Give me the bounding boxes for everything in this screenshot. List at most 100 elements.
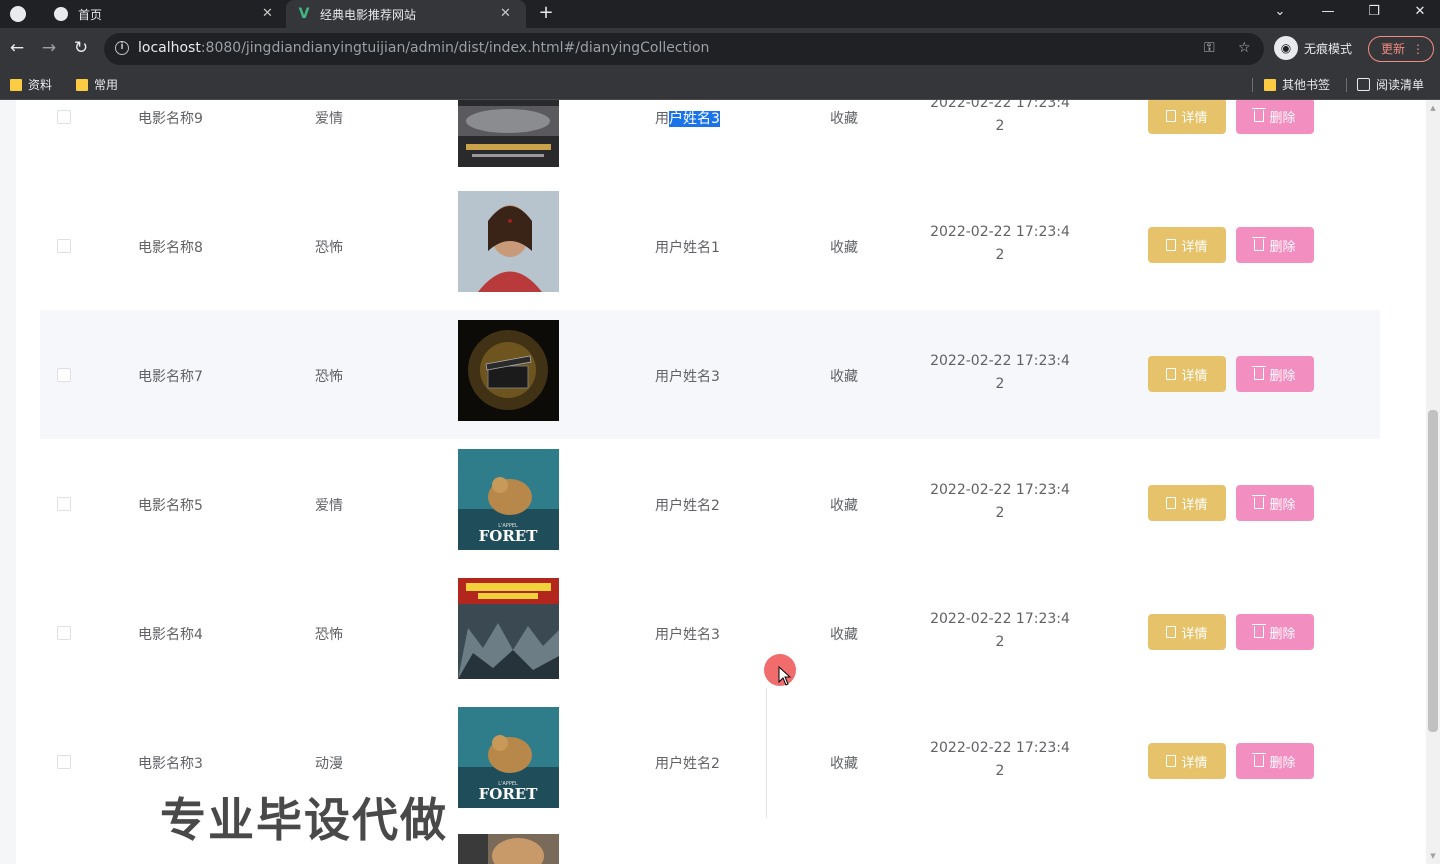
info-icon[interactable]: i (115, 41, 129, 55)
tab-strip: 首页 ✕ V 经典电影推荐网站 ✕ + ⌄ — ❐ ✕ (0, 0, 1440, 28)
divider (1346, 78, 1347, 92)
bookmark-label: 其他书签 (1282, 78, 1331, 92)
star-icon[interactable]: ☆ (1238, 40, 1251, 56)
delete-button[interactable]: 删除 (1236, 743, 1314, 779)
movie-name: 电影名称3 (138, 756, 203, 772)
row-checkbox[interactable] (57, 110, 71, 124)
movie-name: 电影名称8 (138, 240, 203, 256)
globe-icon (54, 7, 68, 21)
user-name: 用户姓名3 (655, 369, 720, 385)
forward-icon[interactable]: → (38, 37, 60, 59)
row-checkbox[interactable] (57, 626, 71, 640)
collect-type: 收藏 (830, 111, 858, 127)
window-close-icon[interactable]: ✕ (1410, 4, 1430, 19)
row-checkbox[interactable] (57, 755, 71, 769)
incognito-profile[interactable]: ◉ 无痕模式 (1274, 36, 1352, 60)
movie-poster (458, 320, 559, 421)
table-row: 电影名称4 恐怖 用户姓名3 收藏 2022-02-22 17:23:4 2 详情… (40, 568, 1380, 697)
svg-text:FORET: FORET (479, 527, 539, 545)
vue-logo-icon: V (298, 6, 310, 22)
scrollbar[interactable]: ▲ ▼ (1426, 100, 1440, 864)
detail-button[interactable]: 详情 (1148, 100, 1226, 134)
row-checkbox[interactable] (57, 368, 71, 382)
key-icon[interactable]: ⚿ (1204, 40, 1215, 56)
bookmark-label: 资料 (28, 78, 53, 92)
document-icon (1166, 368, 1177, 380)
delete-button[interactable]: 删除 (1236, 614, 1314, 650)
svg-text:L'APPEL: L'APPEL (498, 781, 518, 787)
movie-poster (458, 191, 559, 292)
scrollbar-thumb[interactable] (1428, 410, 1438, 732)
movie-type: 动漫 (315, 756, 343, 772)
trash-icon (1252, 108, 1267, 122)
movie-type: 恐怖 (315, 240, 343, 256)
collect-type: 收藏 (830, 240, 858, 256)
new-tab-button[interactable]: + (536, 2, 556, 23)
insert-time: 2022-02-22 17:23:4 2 (930, 353, 1070, 392)
delete-button[interactable]: 删除 (1236, 227, 1314, 263)
movie-poster: FORET L'APPEL (458, 707, 559, 808)
sidebar-edge (0, 100, 16, 864)
delete-button[interactable]: 删除 (1236, 356, 1314, 392)
row-checkbox[interactable] (57, 239, 71, 253)
trash-icon (1252, 237, 1267, 251)
update-button[interactable]: 更新 ⋮ (1368, 36, 1434, 62)
movie-type: 恐怖 (315, 627, 343, 643)
movie-poster (458, 578, 559, 679)
svg-text:L'APPEL: L'APPEL (498, 523, 518, 529)
bookmarks-bar: 资料 常用 其他书签 阅读清单 (0, 70, 1440, 100)
delete-button[interactable]: 删除 (1236, 100, 1314, 134)
user-name[interactable]: 用户姓名3 (655, 108, 720, 128)
movie-type: 爱情 (315, 111, 343, 127)
user-name: 用户姓名3 (655, 627, 720, 643)
tab-active[interactable]: V 经典电影推荐网站 ✕ (286, 0, 526, 28)
cursor-icon (778, 666, 792, 686)
restore-icon[interactable]: ❐ (1364, 4, 1384, 19)
url-text[interactable]: localhost:8080/jingdiandianyingtuijian/a… (138, 40, 709, 56)
close-icon[interactable]: ✕ (262, 6, 273, 21)
browser-toolbar: ← → ↻ i localhost:8080/jingdiandianyingt… (0, 28, 1440, 70)
collect-type: 收藏 (830, 369, 858, 385)
other-bookmarks[interactable]: 其他书签 (1264, 76, 1330, 93)
svg-text:FORET: FORET (479, 785, 539, 803)
scroll-down-icon[interactable]: ▼ (1429, 852, 1437, 860)
bookmark-label: 常用 (94, 78, 119, 92)
delete-button[interactable]: 删除 (1236, 485, 1314, 521)
more-icon[interactable]: ⋮ (1412, 37, 1424, 61)
bookmark-folder[interactable]: 资料 (10, 76, 52, 93)
detail-button[interactable]: 详情 (1148, 485, 1226, 521)
reload-icon[interactable]: ↻ (70, 37, 92, 59)
table-row: 电影名称9 爱情 用户姓名3 收藏 2022-02-22 17:23:4 2 详情… (40, 100, 1380, 181)
insert-time: 2022-02-22 17:23:4 2 (930, 100, 1070, 134)
reading-list-label: 阅读清单 (1376, 78, 1425, 92)
divider (1252, 78, 1253, 92)
reading-list[interactable]: 阅读清单 (1357, 76, 1424, 93)
detail-button[interactable]: 详情 (1148, 227, 1226, 263)
minimize-icon[interactable]: — (1318, 4, 1338, 19)
detail-button[interactable]: 详情 (1148, 614, 1226, 650)
folder-icon (1264, 78, 1276, 91)
address-bar[interactable]: i localhost:8080/jingdiandianyingtuijian… (104, 33, 1264, 65)
tab-home[interactable]: 首页 ✕ (44, 0, 284, 28)
browser-menu-icon[interactable] (10, 0, 36, 28)
collect-type: 收藏 (830, 498, 858, 514)
page-content: 电影名称9 爱情 用户姓名3 收藏 2022-02-22 17:23:4 2 详情… (0, 100, 1440, 864)
table-row: 电影名称8 恐怖 用户姓名1 收藏 2022-02-22 17:23:4 2 详情… (40, 181, 1380, 310)
back-icon[interactable]: ← (6, 37, 28, 59)
trash-icon (1252, 366, 1267, 380)
reading-list-icon (1357, 78, 1370, 91)
user-name: 用户姓名1 (655, 240, 720, 256)
trash-icon (1252, 624, 1267, 638)
close-icon[interactable]: ✕ (500, 6, 511, 21)
detail-button[interactable]: 详情 (1148, 356, 1226, 392)
bookmark-folder[interactable]: 常用 (76, 76, 118, 93)
scroll-up-icon[interactable]: ▲ (1429, 104, 1437, 112)
row-checkbox[interactable] (57, 497, 71, 511)
tab-search-icon[interactable]: ⌄ (1270, 4, 1290, 19)
incognito-icon: ◉ (1274, 36, 1298, 60)
document-icon (1166, 239, 1177, 251)
tab-title: 经典电影推荐网站 (320, 7, 417, 22)
text-selection: 户姓名3 (669, 111, 720, 127)
table-row: 电影名称7 恐怖 用户姓名3 收藏 2022-02-22 17:23:4 2 详情… (40, 310, 1380, 439)
detail-button[interactable]: 详情 (1148, 743, 1226, 779)
